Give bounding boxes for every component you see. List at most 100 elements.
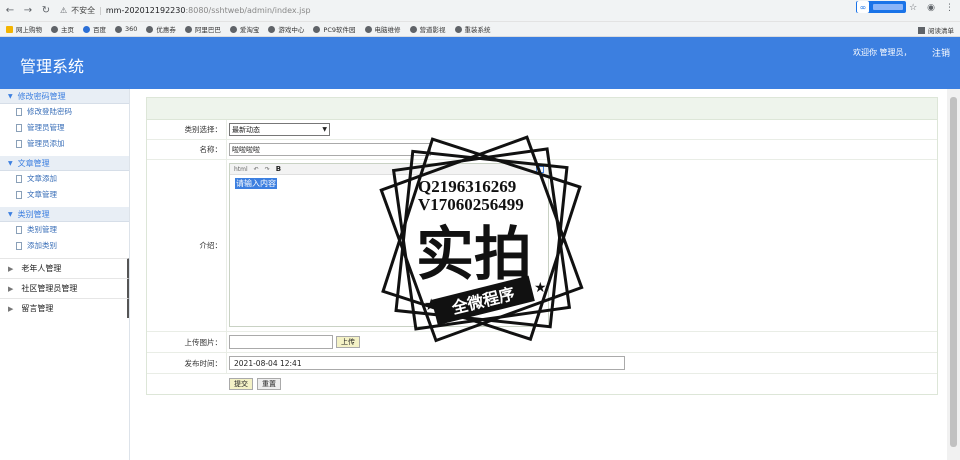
triangle-down-icon: ▼ — [8, 210, 13, 218]
bookmarks-bar: 网上购物 主页 百度 360 优惠券 阿里巴巴 爱淘宝 游戏中心 PC9软件园 … — [0, 22, 960, 37]
toolbar-icons: ☆ ◉ ⋮ — [909, 3, 954, 13]
category-row: 类别选择： 最新动态 ▼ — [147, 120, 937, 140]
globe-icon — [146, 25, 154, 33]
chevron-right-icon: ▶ — [8, 304, 14, 313]
editor-placeholder: 请输入内容 — [235, 178, 277, 189]
publish-time-input[interactable]: 2021-08-04 12:41 — [229, 356, 625, 370]
bookmark-item[interactable]: 主页 — [51, 24, 74, 34]
sidebar-item-article-manage[interactable]: 文章管理 — [0, 187, 130, 203]
url-host: mm-202012192230 — [105, 6, 186, 15]
time-label: 发布时间： — [147, 353, 227, 373]
app-title: 管理系统 — [20, 57, 85, 76]
redo-icon[interactable]: ↷ — [265, 166, 270, 173]
app-header: 管理系统 欢迎你 管理员， 注销 — [0, 37, 960, 89]
profile-icon[interactable]: ◉ — [927, 3, 935, 13]
form-header-bar — [147, 98, 937, 120]
bookmark-item[interactable]: 游戏中心 — [268, 24, 304, 34]
triangle-down-icon: ▼ — [8, 159, 13, 167]
reading-list[interactable]: 阅读清单 — [918, 25, 954, 35]
editor-body[interactable]: 请输入内容 — [230, 175, 548, 192]
chevron-right-icon: ▶ — [8, 264, 14, 273]
globe-icon — [184, 25, 192, 33]
category-select[interactable]: 最新动态 ▼ — [229, 123, 330, 136]
bookmark-item[interactable]: 百度 — [83, 24, 106, 34]
globe-icon — [364, 25, 372, 33]
globe-icon — [313, 25, 321, 33]
triangle-down-icon: ▼ — [8, 92, 13, 100]
url-path: :8080/sshtweb/admin/index.jsp — [185, 6, 311, 15]
document-icon — [16, 107, 22, 116]
document-icon — [16, 123, 22, 132]
globe-icon — [229, 25, 237, 33]
url-field[interactable]: ⚠ 不安全 | mm-202012192230:8080/sshtweb/adm… — [60, 3, 856, 19]
sidebar-item-article-add[interactable]: 文章添加 — [0, 171, 130, 187]
globe-icon — [115, 25, 122, 33]
extension-badge[interactable]: ∞ — [856, 1, 906, 13]
rich-text-editor[interactable]: html ↶ ↷ B 请输入内容 — [229, 163, 549, 327]
upload-row: 上传图片： 上传 — [147, 332, 937, 353]
editor-toolbar: html ↶ ↷ B — [230, 164, 548, 175]
category-label: 类别选择： — [147, 120, 227, 139]
bold-button[interactable]: B — [276, 165, 281, 173]
upload-label: 上传图片： — [147, 332, 227, 352]
sidebar-item-messages[interactable]: ▶ 留言管理 — [0, 298, 130, 318]
bookmark-item[interactable]: 重装系统 — [454, 24, 491, 34]
document-icon — [16, 241, 22, 250]
bookmark-item[interactable]: 电脑维修 — [364, 24, 401, 34]
logout-link[interactable]: 注销 — [932, 46, 950, 59]
html-source-button[interactable]: html — [234, 166, 248, 173]
browser-address-bar: ← → ↻ ⚠ 不安全 | mm-202012192230:8080/sshtw… — [0, 0, 960, 22]
bookmark-star-icon[interactable]: ☆ — [909, 3, 917, 13]
globe-icon — [268, 25, 276, 33]
sidebar-item-community-admin[interactable]: ▶ 社区管理员管理 — [0, 278, 130, 298]
sidebar-item-category-manage[interactable]: 类别管理 — [0, 222, 130, 238]
sidebar-group-password[interactable]: ▼ 修改密码管理 — [0, 89, 130, 104]
sidebar-item-admin-manage[interactable]: 管理员管理 — [0, 120, 130, 136]
forward-icon[interactable]: → — [20, 3, 36, 19]
bookmark-item[interactable]: 营道影视 — [409, 24, 446, 34]
globe-icon — [409, 25, 417, 33]
sidebar-item-admin-add[interactable]: 管理员添加 — [0, 136, 130, 152]
reload-icon[interactable]: ↻ — [38, 3, 54, 19]
name-row: 名称： 啦啦啦啦 — [147, 140, 937, 160]
bookmark-item[interactable]: 阿里巴巴 — [184, 24, 221, 34]
document-icon — [16, 174, 22, 183]
sidebar-item-elderly[interactable]: ▶ 老年人管理 — [0, 258, 130, 278]
bookmark-item[interactable]: 360 — [115, 25, 137, 33]
document-icon — [16, 190, 22, 199]
submit-button[interactable]: 提交 — [229, 378, 253, 390]
menu-icon[interactable]: ⋮ — [945, 3, 954, 13]
name-input[interactable]: 啦啦啦啦 — [229, 143, 431, 156]
baidu-icon — [83, 25, 90, 33]
security-label: 不安全 — [71, 6, 96, 15]
upload-file-input[interactable] — [229, 335, 333, 349]
fullscreen-icon[interactable] — [536, 165, 544, 173]
bookmark-item[interactable]: 优惠券 — [146, 24, 176, 34]
scrollbar-thumb[interactable] — [950, 97, 957, 447]
globe-icon — [454, 25, 462, 33]
upload-button[interactable]: 上传 — [336, 336, 360, 348]
sidebar-group-category[interactable]: ▼ 类别管理 — [0, 207, 130, 222]
time-row: 发布时间： 2021-08-04 12:41 — [147, 353, 937, 374]
extension-icon: ∞ — [857, 1, 869, 13]
folder-icon — [6, 25, 13, 33]
document-icon — [16, 225, 22, 234]
welcome-text: 欢迎你 管理员， — [853, 48, 912, 57]
bookmark-item[interactable]: 网上购物 — [6, 24, 42, 34]
back-icon[interactable]: ← — [2, 3, 18, 19]
sidebar: ▼ 修改密码管理 修改登陆密码 管理员管理 管理员添加 ▼ 文章管理 文章添加 … — [0, 89, 130, 460]
button-row: 提交 重置 — [147, 374, 937, 394]
sidebar-group-article[interactable]: ▼ 文章管理 — [0, 156, 130, 171]
bookmark-item[interactable]: PC9软件园 — [313, 24, 356, 34]
chevron-down-icon: ▼ — [322, 126, 327, 133]
bookmark-item[interactable]: 爱淘宝 — [229, 24, 259, 34]
document-icon — [16, 139, 22, 148]
sidebar-item-category-add[interactable]: 添加类别 — [0, 238, 130, 254]
undo-icon[interactable]: ↶ — [254, 166, 259, 173]
reading-list-icon — [918, 26, 925, 34]
sidebar-item-change-password[interactable]: 修改登陆密码 — [0, 104, 130, 120]
article-form: 类别选择： 最新动态 ▼ 名称： 啦啦啦啦 介绍： html ↶ ↷ B 请输入… — [146, 97, 938, 395]
reset-button[interactable]: 重置 — [257, 378, 281, 390]
page-scrollbar[interactable] — [947, 89, 960, 460]
intro-row: 介绍： html ↶ ↷ B 请输入内容 — [147, 160, 937, 332]
